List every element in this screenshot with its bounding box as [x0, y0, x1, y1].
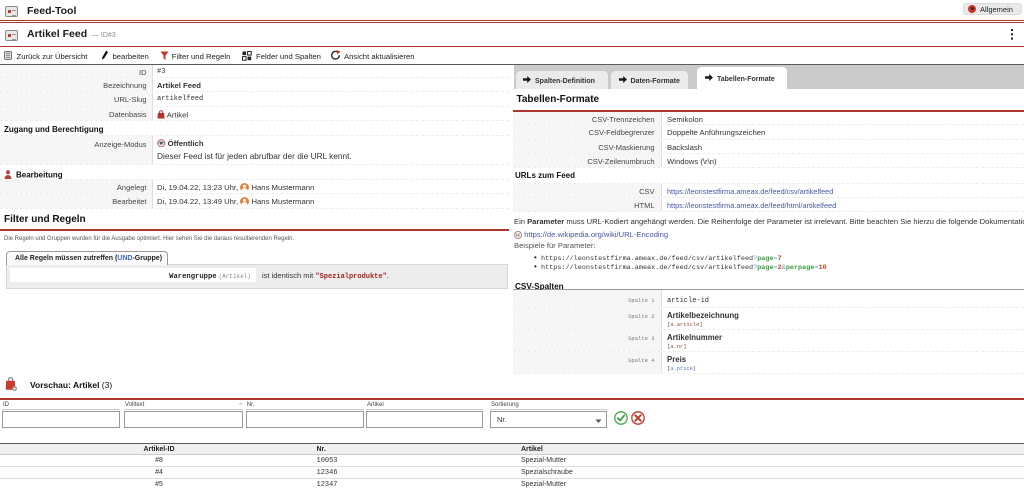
- svg-text:W: W: [516, 233, 521, 239]
